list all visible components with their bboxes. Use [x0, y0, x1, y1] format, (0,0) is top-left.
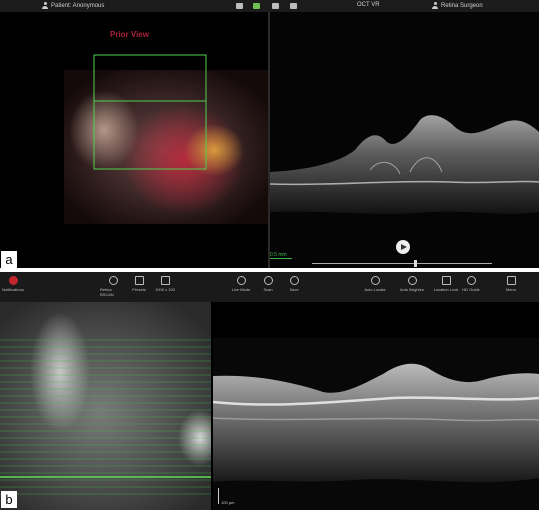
sliders-icon [506, 276, 516, 285]
user-icon [42, 2, 48, 9]
mode-label: OCT VR [357, 2, 380, 8]
presets-label: Presets [132, 287, 146, 292]
toolbar: Notifications Retina BSCAN Presets 1000 … [0, 272, 539, 302]
oct-bscan-view-b[interactable] [213, 338, 539, 510]
fundus-view[interactable]: Prior View [0, 12, 269, 268]
auto-brighten-button[interactable]: Auto Brighten [399, 276, 425, 292]
scale-label-b: 100 µm [221, 500, 235, 505]
timeline-slider-thumb[interactable] [414, 260, 417, 267]
panel-b-label: b [1, 491, 17, 508]
header-bar: Patient: Anonymous OCT VR Retina Surgeon [0, 0, 539, 12]
locate-icon [370, 276, 380, 285]
scan-region-box[interactable] [93, 54, 207, 170]
retina-bscan-button[interactable]: Retina BSCAN [100, 276, 126, 297]
oct-bscan-view[interactable] [270, 12, 539, 268]
scale-bar-b [218, 488, 219, 504]
eye-icon [108, 276, 118, 285]
surgeon-label: Retina Surgeon [441, 2, 483, 9]
save-icon [289, 276, 299, 285]
auto-brighten-label: Auto Brighten [399, 287, 425, 292]
scan-label: Scan [263, 287, 273, 292]
oct-bscan-image [270, 115, 539, 214]
menu-label: Menu [505, 287, 516, 292]
presets-button[interactable]: Presets [126, 276, 152, 292]
retina-bscan-label: Retina BSCAN [100, 287, 114, 297]
auto-locate-button[interactable]: Auto Locate [362, 276, 388, 292]
presets-icon [134, 276, 144, 285]
oct-bscan-image-b [213, 363, 539, 483]
lock-icon [441, 276, 451, 285]
infrared-fundus-view[interactable] [0, 302, 211, 510]
raster-scan-lines [0, 339, 211, 495]
save-button[interactable]: Save [281, 276, 307, 292]
notifications-button[interactable]: Notifications [0, 276, 26, 292]
alert-icon [8, 276, 18, 285]
panel-a: Patient: Anonymous OCT VR Retina Surgeon… [0, 0, 539, 268]
scan-size-label: 1000 x 100 [155, 287, 175, 292]
brightness-icon [407, 276, 417, 285]
live-mode-label: Live Mode [231, 287, 251, 292]
camera-icon[interactable] [236, 3, 243, 9]
save-label: Save [289, 287, 299, 292]
scan-button[interactable]: Scan [255, 276, 281, 292]
scan-icon [263, 276, 273, 285]
patient-label: Patient: Anonymous [51, 2, 105, 9]
hd-guide-button[interactable]: HD Guide [458, 276, 484, 292]
live-mode-button[interactable]: Live Mode [228, 276, 254, 292]
scan-overlay [93, 54, 207, 170]
patient-info[interactable]: Patient: Anonymous [42, 2, 104, 9]
timeline-slider[interactable] [312, 263, 492, 264]
square-icon [160, 276, 170, 285]
copy-icon[interactable] [290, 3, 297, 9]
monitor-icon[interactable] [272, 3, 279, 9]
pin-icon [466, 276, 476, 285]
scan-size-button[interactable]: 1000 x 100 [152, 276, 178, 292]
video-icon[interactable] [253, 3, 260, 9]
scale-bar-a [270, 258, 292, 259]
hd-guide-label: HD Guide [462, 287, 480, 292]
auto-locate-label: Auto Locate [364, 287, 386, 292]
play-button[interactable] [396, 240, 410, 254]
surgeon-info[interactable]: Retina Surgeon [432, 2, 483, 9]
surgeon-user-icon [432, 2, 438, 9]
location-lock-button[interactable]: Location Lock [433, 276, 459, 292]
panel-a-label: a [1, 251, 17, 268]
location-lock-label: Location Lock [433, 287, 459, 292]
menu-button[interactable]: Menu [498, 276, 524, 292]
panel-b: Notifications Retina BSCAN Presets 1000 … [0, 272, 539, 510]
notifications-label: Notifications [2, 287, 24, 292]
crosshair-icon [236, 276, 246, 285]
